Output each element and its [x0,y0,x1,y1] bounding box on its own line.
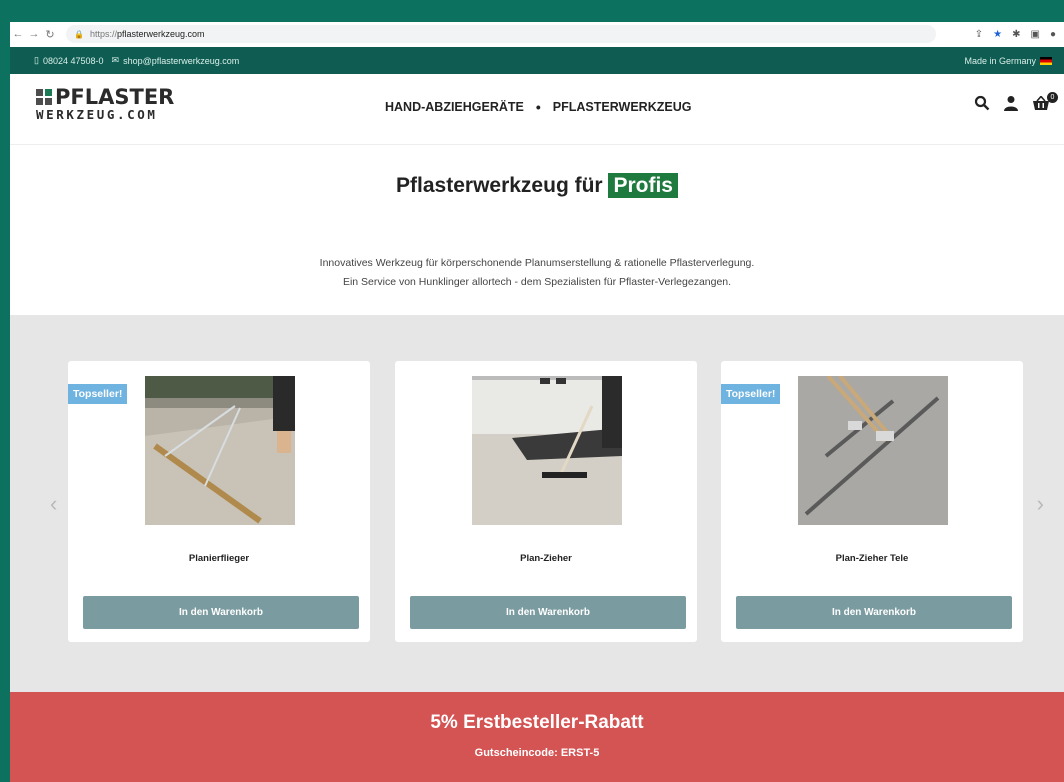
nav-separator: • [535,99,541,115]
product-image-plan-zieher-tele[interactable] [798,376,948,525]
add-to-cart-button[interactable]: In den Warenkorb [410,596,686,629]
reload-icon[interactable]: ↻ [42,28,58,41]
made-in-germany: Made in Germany [964,56,1052,66]
logo-sub-text: WERKZEUG.COM [36,107,158,122]
hero-line-2: Ein Service von Hunklinger allortech - d… [342,276,732,288]
product-card[interactable]: Topseller! Plan-Zieher Tele In den Waren… [721,361,1023,642]
url-protocol: https:// [89,29,117,39]
browser-window: ← → ↻ 🔒 https://pflasterwerkzeug.com ⇪ ★… [10,22,1064,782]
promo-title: 5% Erstbesteller-Rabatt [430,712,644,733]
product-name[interactable]: Plan-Zieher Tele [721,553,1023,564]
hero-line-1: Innovatives Werkzeug für körperschonende… [319,257,755,269]
site-logo[interactable]: PFLASTER WERKZEUG.COM [36,86,174,122]
email-link[interactable]: ✉ shop@pflasterwerkzeug.com [112,55,240,66]
hero-description: Innovatives Werkzeug für körperschonende… [10,254,1064,292]
carousel-next-icon[interactable]: › [1037,491,1044,517]
product-name[interactable]: Plan-Zieher [395,553,697,564]
topseller-badge: Topseller! [721,384,781,404]
hero-title-highlight: Profis [608,173,678,198]
product-image-plan-zieher[interactable] [472,376,622,525]
add-to-cart-button[interactable]: In den Warenkorb [83,596,359,629]
product-carousel: ‹ Topseller! Planierflieger In den Waren… [10,315,1064,692]
email-address: shop@pflasterwerkzeug.com [123,55,240,66]
hero-title-prefix: Pflasterwerkzeug für [396,174,603,197]
phone-icon: ▯ [34,55,39,65]
account-icon[interactable] [1004,95,1018,116]
promo-banner: 5% Erstbesteller-Rabatt Gutscheincode: E… [10,692,1064,782]
lock-icon: 🔒 [74,29,84,39]
cart-count-badge: 0 [1047,91,1058,103]
phone-link[interactable]: ▯ 08024 47508-0 [34,55,104,66]
nav-item-pflasterwerkzeug[interactable]: PFLASTERWERKZEUG [553,100,692,114]
browser-extensions: ⇪ ★ ✱ ▣ ● [975,29,1064,40]
forward-icon[interactable]: → [26,28,42,40]
nav-item-hand-abziehgeraete[interactable]: HAND-ABZIEHGERÄTE [385,100,524,114]
profile-icon[interactable]: ● [1050,29,1056,40]
carousel-prev-icon[interactable]: ‹ [50,491,57,517]
main-navigation: HAND-ABZIEHGERÄTE • PFLASTERWERKZEUG [385,99,691,115]
url-host: pflasterwerkzeug.com [116,29,205,39]
product-image-planierflieger[interactable] [145,376,295,525]
promo-code: Gutscheincode: ERST-5 [474,747,600,759]
made-in-label: Made in Germany [964,55,1036,66]
header-actions: 0 [974,91,1058,116]
back-icon[interactable]: ← [10,28,26,40]
address-bar[interactable]: 🔒 https://pflasterwerkzeug.com [66,25,936,43]
bookmark-star-icon[interactable]: ★ [993,29,1002,40]
logo-main-text: PFLASTER [55,85,175,109]
german-flag-icon [1040,56,1052,65]
sidebar-icon[interactable]: ▣ [1031,29,1040,40]
share-icon[interactable]: ⇪ [975,29,983,40]
logo-mark-icon [36,89,52,105]
product-card[interactable]: Plan-Zieher In den Warenkorb [395,361,697,642]
product-card[interactable]: Topseller! Planierflieger In den Warenko… [68,361,370,642]
add-to-cart-button[interactable]: In den Warenkorb [736,596,1012,629]
search-icon[interactable] [974,95,990,116]
extensions-puzzle-icon[interactable]: ✱ [1012,29,1020,40]
topseller-badge: Topseller! [68,384,128,404]
hero-section: Pflasterwerkzeug für Profis Innovatives … [10,146,1064,315]
top-info-bar: ▯ 08024 47508-0 ✉ shop@pflasterwerkzeug.… [10,47,1064,74]
hero-title: Pflasterwerkzeug für Profis [10,173,1064,198]
product-name[interactable]: Planierflieger [68,553,370,564]
mail-icon: ✉ [111,55,120,65]
phone-number: 08024 47508-0 [42,55,104,66]
site-header: PFLASTER WERKZEUG.COM HAND-ABZIEHGERÄTE … [10,75,1064,145]
browser-toolbar: ← → ↻ 🔒 https://pflasterwerkzeug.com ⇪ ★… [10,22,1064,46]
cart-button[interactable]: 0 [1032,91,1058,116]
